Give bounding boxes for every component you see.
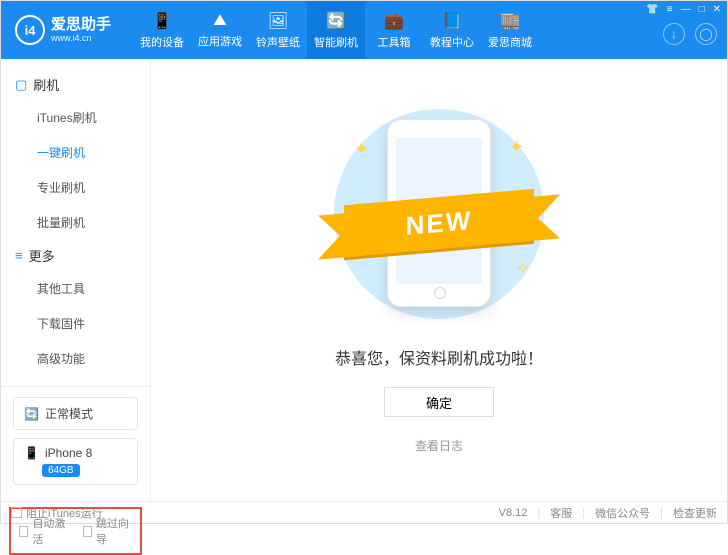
sidebar-group-header: ≡更多 bbox=[1, 240, 150, 271]
sparkle-icon: ✦ bbox=[354, 139, 369, 160]
block-itunes-checkbox[interactable]: 阻止iTunes运行 bbox=[11, 505, 103, 521]
nav-6[interactable]: 🏬 爱思商城 bbox=[481, 1, 539, 59]
nav-icon: 🖼 bbox=[268, 11, 288, 31]
sidebar-item[interactable]: 其他工具 bbox=[1, 271, 150, 306]
window-controls: 👕 ≡ — □ ✕ bbox=[646, 4, 721, 15]
group-icon: ▢ bbox=[15, 77, 27, 93]
device-card[interactable]: 📱 iPhone 8 64GB bbox=[13, 438, 138, 485]
sidebar: ▢刷机iTunes刷机一键刷机专业刷机批量刷机≡更多其他工具下载固件高级功能 🔄… bbox=[1, 59, 151, 501]
group-icon: ≡ bbox=[15, 248, 23, 263]
device-mode-label: 正常模式 bbox=[45, 405, 93, 422]
brand-logo: i4 爱思助手 www.i4.cn bbox=[1, 15, 125, 45]
refresh-icon: 🔄 bbox=[24, 407, 39, 421]
device-storage-badge: 64GB bbox=[42, 464, 80, 477]
confirm-button[interactable]: 确定 bbox=[384, 387, 494, 417]
device-mode-card[interactable]: 🔄 正常模式 bbox=[13, 397, 138, 430]
nav-label: 智能刷机 bbox=[314, 34, 358, 50]
nav-1[interactable]: ⛰ 应用游戏 bbox=[191, 1, 249, 59]
header-actions: ↓ ◯ bbox=[663, 23, 717, 45]
nav-label: 工具箱 bbox=[378, 34, 411, 50]
nav-icon: ⛰ bbox=[213, 12, 226, 30]
sidebar-item[interactable]: 高级功能 bbox=[1, 341, 150, 376]
nav-5[interactable]: 📘 教程中心 bbox=[423, 1, 481, 59]
brand-site: www.i4.cn bbox=[51, 33, 111, 43]
nav-label: 铃声壁纸 bbox=[256, 34, 300, 50]
sidebar-group-header: ▢刷机 bbox=[1, 69, 150, 100]
window-close-icon[interactable]: ✕ bbox=[713, 4, 721, 15]
checkbox-icon bbox=[11, 507, 22, 518]
sidebar-item[interactable]: 一键刷机 bbox=[1, 135, 150, 170]
top-nav: 📱 我的设备 ⛰ 应用游戏 🖼 铃声壁纸 🔄 智能刷机 💼 工具箱 📘 教程中心 🏬 爱思商城 bbox=[133, 1, 539, 59]
nav-4[interactable]: 💼 工具箱 bbox=[365, 1, 423, 59]
window-minimize-icon[interactable]: — bbox=[681, 4, 691, 15]
nav-icon: 📱 bbox=[152, 11, 172, 31]
window-menu-icon[interactable]: ≡ bbox=[667, 4, 673, 15]
download-button[interactable]: ↓ bbox=[663, 23, 685, 45]
nav-0[interactable]: 📱 我的设备 bbox=[133, 1, 191, 59]
sidebar-item[interactable]: iTunes刷机 bbox=[1, 100, 150, 135]
window-skin-icon[interactable]: 👕 bbox=[646, 4, 658, 15]
support-link[interactable]: 客服 bbox=[550, 505, 572, 521]
nav-icon: 🔄 bbox=[326, 11, 346, 31]
check-update-link[interactable]: 检查更新 bbox=[673, 505, 717, 521]
brand-name: 爱思助手 bbox=[51, 17, 111, 34]
sidebar-item[interactable]: 专业刷机 bbox=[1, 170, 150, 205]
sidebar-item[interactable]: 批量刷机 bbox=[1, 205, 150, 240]
nav-label: 应用游戏 bbox=[198, 33, 242, 49]
phone-icon: 📱 bbox=[24, 446, 39, 460]
nav-label: 我的设备 bbox=[140, 34, 184, 50]
sparkle-icon: ✧ bbox=[515, 258, 530, 279]
success-illustration: ✦ ✦ ✧ ✧ NEW bbox=[324, 99, 554, 329]
nav-2[interactable]: 🖼 铃声壁纸 bbox=[249, 1, 307, 59]
window-maximize-icon[interactable]: □ bbox=[699, 4, 705, 15]
app-header: i4 爱思助手 www.i4.cn 📱 我的设备 ⛰ 应用游戏 🖼 铃声壁纸 🔄 智能刷机 💼 工… bbox=[1, 1, 727, 59]
checkbox-icon bbox=[83, 526, 92, 537]
device-name: iPhone 8 bbox=[45, 446, 92, 460]
nav-label: 教程中心 bbox=[430, 34, 474, 50]
version-label: V8.12 bbox=[499, 507, 528, 519]
nav-icon: 📘 bbox=[442, 11, 462, 31]
nav-icon: 💼 bbox=[384, 11, 404, 31]
nav-label: 爱思商城 bbox=[488, 34, 532, 50]
checkbox-icon bbox=[19, 526, 28, 537]
nav-icon: 🏬 bbox=[500, 11, 520, 31]
logo-icon: i4 bbox=[15, 15, 45, 45]
wechat-link[interactable]: 微信公众号 bbox=[595, 505, 650, 521]
view-log-link[interactable]: 查看日志 bbox=[415, 437, 463, 454]
nav-3[interactable]: 🔄 智能刷机 bbox=[307, 1, 365, 59]
success-message: 恭喜您，保资料刷机成功啦！ bbox=[335, 345, 543, 369]
sparkle-icon: ✦ bbox=[509, 137, 524, 158]
account-button[interactable]: ◯ bbox=[695, 23, 717, 45]
sidebar-item[interactable]: 下载固件 bbox=[1, 306, 150, 341]
main-panel: ✦ ✦ ✧ ✧ NEW 恭喜您，保资料刷机成功啦！ 确定 查看日志 bbox=[151, 59, 727, 501]
